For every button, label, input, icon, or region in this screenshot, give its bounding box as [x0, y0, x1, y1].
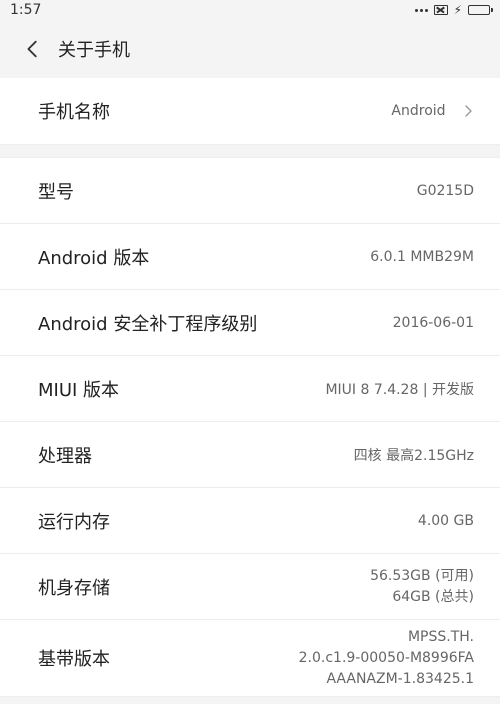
- info-value: G0215D: [416, 182, 474, 199]
- info-value: 2016-06-01: [392, 314, 474, 331]
- page-title: 关于手机: [58, 40, 130, 61]
- device-name-value-wrap: Android: [391, 103, 474, 119]
- device-name-card: 手机名称 Android: [0, 78, 500, 145]
- info-card: 型号 G0215D Android 版本 6.0.1 MMB29M Androi…: [0, 157, 500, 697]
- device-name-row[interactable]: 手机名称 Android: [0, 78, 500, 144]
- info-label: 基带版本: [38, 649, 110, 670]
- status-icons: ⚡: [414, 3, 493, 17]
- info-value-line: MPSS.TH.: [407, 628, 474, 645]
- more-dots-icon: [414, 8, 428, 12]
- status-time: 1:57: [10, 2, 42, 18]
- info-row-ram[interactable]: 运行内存 4.00 GB: [0, 488, 500, 554]
- info-value: 6.0.1 MMB29M: [370, 248, 474, 265]
- info-value-line: 2.0.c1.9-00050-M8996FA: [298, 649, 474, 666]
- section-gap: [0, 145, 500, 157]
- charging-bolt-icon: ⚡: [453, 3, 462, 17]
- status-bar: 1:57 ⚡: [0, 0, 500, 20]
- info-label: 处理器: [38, 445, 92, 467]
- info-row-processor[interactable]: 处理器 四核 最高2.15GHz: [0, 422, 500, 488]
- device-name-value: Android: [391, 103, 446, 119]
- info-label: Android 安全补丁程序级别: [38, 313, 258, 335]
- info-value-line: AAANAZM-1.83425.1: [326, 670, 474, 687]
- app-bar: 关于手机: [0, 20, 500, 78]
- back-chevron-icon[interactable]: [22, 38, 44, 60]
- info-value: 4.00 GB: [417, 512, 474, 529]
- info-value: MIUI 8 7.4.28 | 开发版: [325, 381, 474, 398]
- info-row-security-patch[interactable]: Android 安全补丁程序级别 2016-06-01: [0, 290, 500, 356]
- info-label: 型号: [38, 181, 74, 203]
- info-row-model[interactable]: 型号 G0215D: [0, 158, 500, 224]
- info-row-storage[interactable]: 机身存储 56.53GB (可用) 64GB (总共): [0, 554, 500, 620]
- info-label: 机身存储: [38, 577, 110, 599]
- info-value-multi: MPSS.TH. 2.0.c1.9-00050-M8996FA AAANAZM-…: [299, 627, 474, 690]
- info-row-android-version[interactable]: Android 版本 6.0.1 MMB29M: [0, 224, 500, 290]
- battery-icon: [468, 5, 493, 15]
- info-value-multi: 56.53GB (可用) 64GB (总共): [370, 566, 474, 608]
- info-label: 运行内存: [38, 511, 110, 533]
- info-label: Android 版本: [38, 247, 150, 269]
- no-sim-icon: [433, 5, 448, 15]
- info-label: MIUI 版本: [38, 379, 120, 401]
- info-value: 四核 最高2.15GHz: [353, 447, 474, 464]
- device-name-label: 手机名称: [38, 102, 110, 123]
- info-row-miui-version[interactable]: MIUI 版本 MIUI 8 7.4.28 | 开发版: [0, 356, 500, 422]
- info-row-baseband[interactable]: 基带版本 MPSS.TH. 2.0.c1.9-00050-M8996FA AAA…: [0, 620, 500, 696]
- info-value-line: 56.53GB (可用): [370, 567, 474, 584]
- info-value-line: 64GB (总共): [392, 588, 474, 605]
- chevron-right-icon: [465, 105, 472, 117]
